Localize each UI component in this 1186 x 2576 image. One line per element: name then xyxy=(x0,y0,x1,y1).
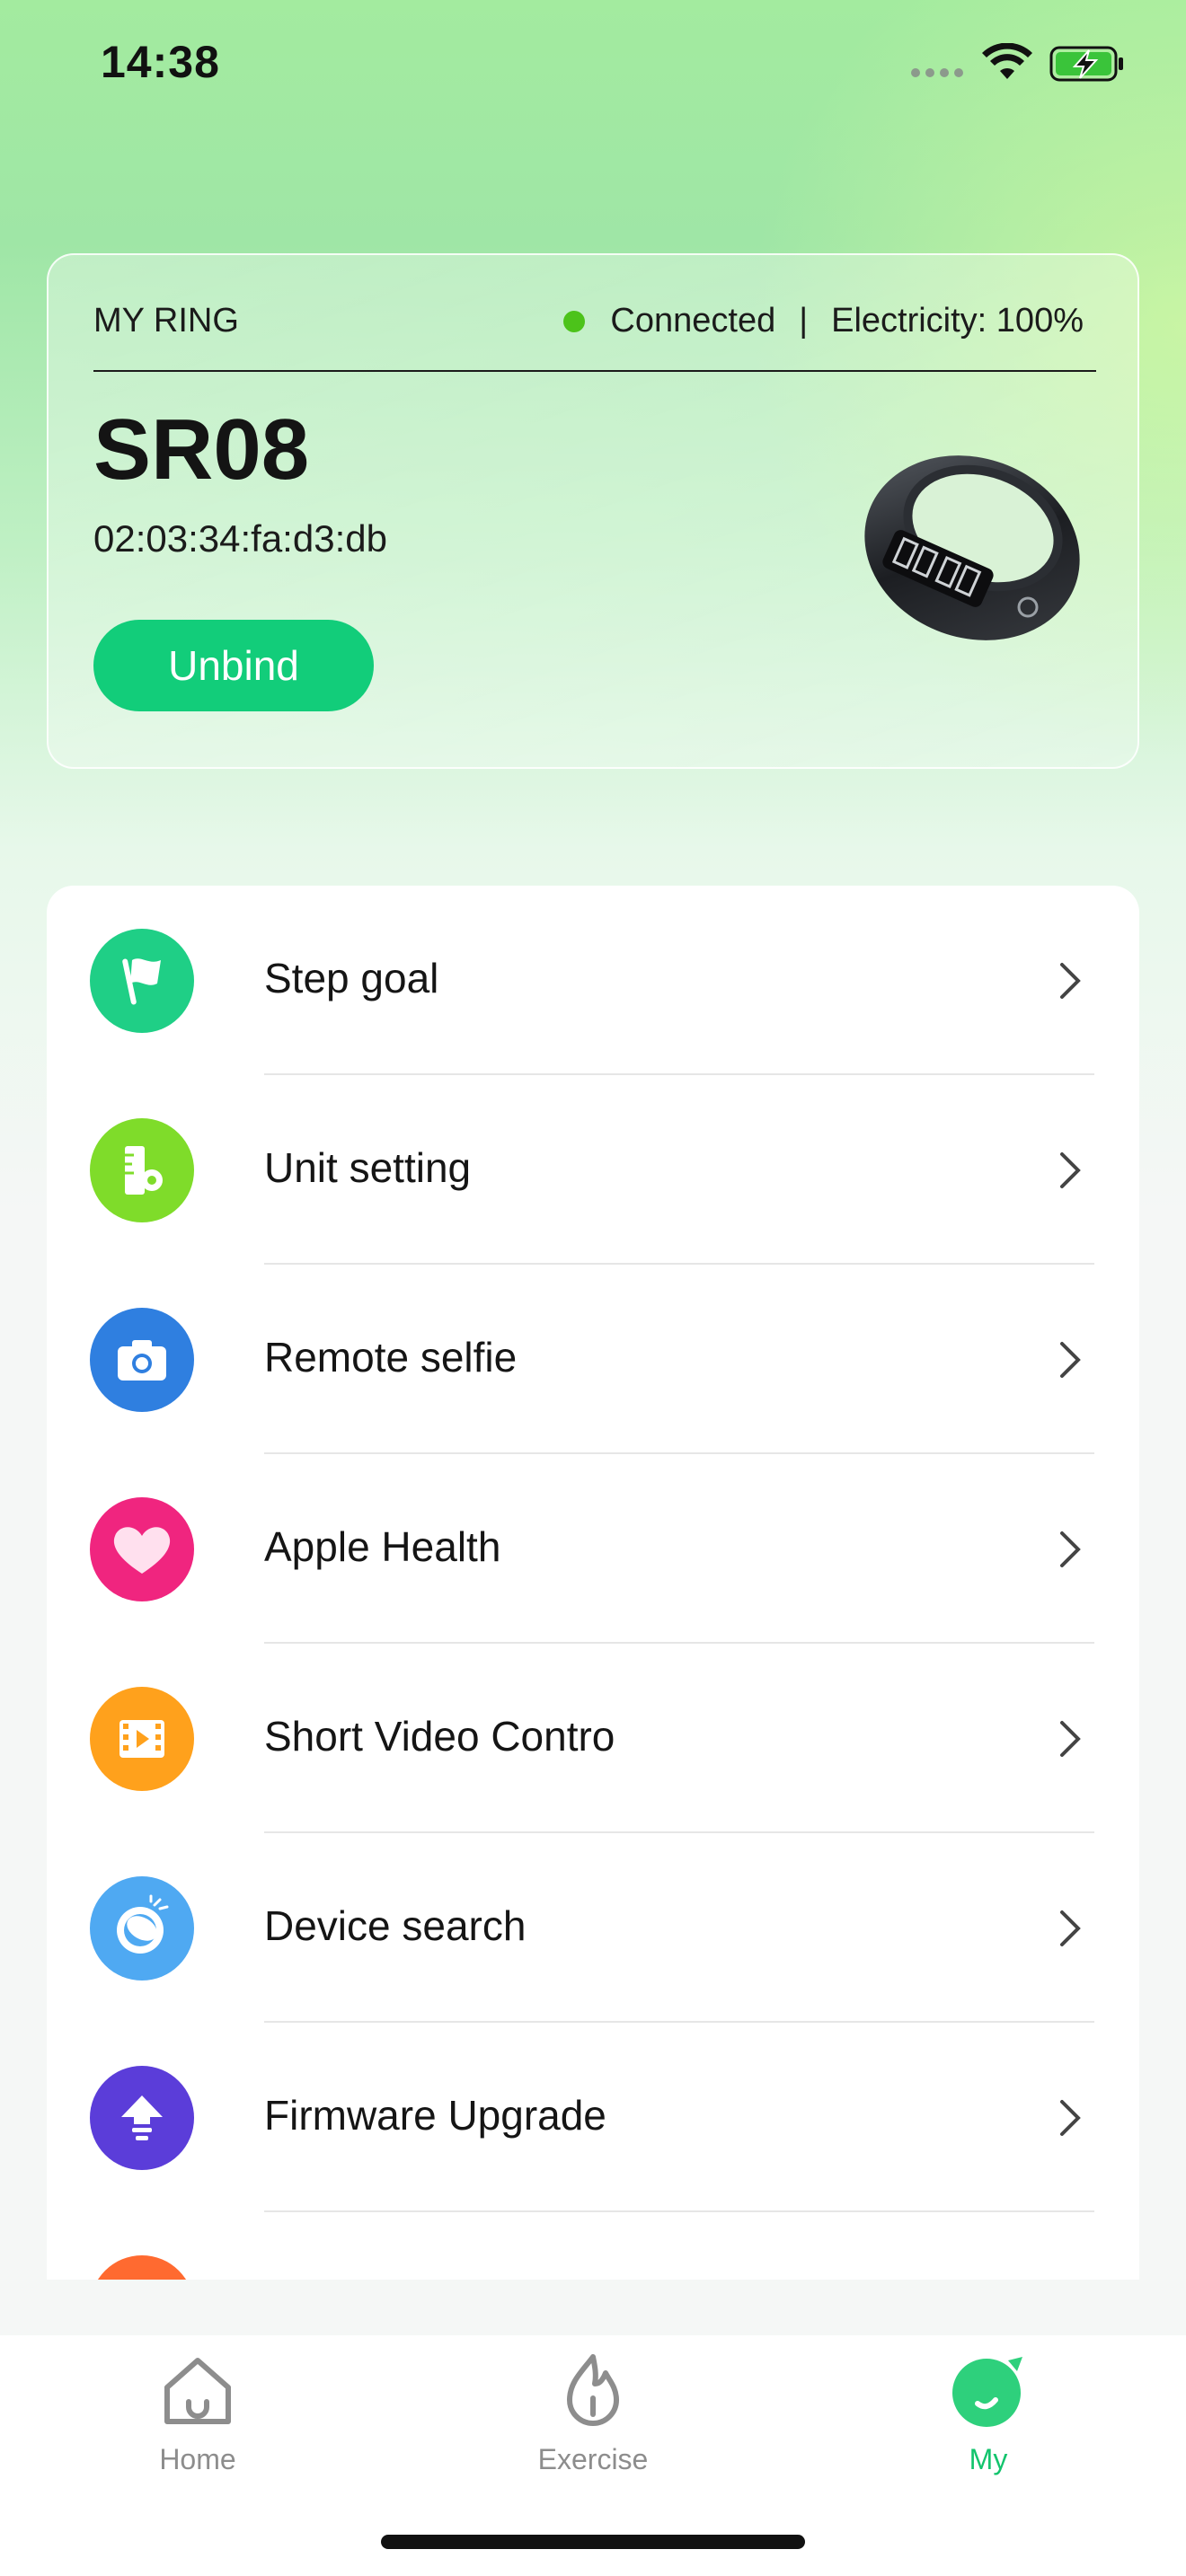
connection-status-dot xyxy=(563,310,586,332)
chevron-right-icon xyxy=(1060,1531,1081,1567)
ring-status: Connected | Electricity: 100% xyxy=(563,302,1084,340)
flag-icon xyxy=(90,929,194,1033)
setting-device-search[interactable]: Device search xyxy=(47,1833,1139,2023)
video-icon xyxy=(90,1687,194,1791)
battery-level: Electricity: 100% xyxy=(831,302,1084,340)
heart-icon xyxy=(90,1497,194,1601)
partial-item-icon xyxy=(90,2255,194,2280)
ring-search-icon xyxy=(90,1876,194,1981)
setting-firmware-upgrade[interactable]: Firmware Upgrade xyxy=(47,2023,1139,2212)
setting-apple-health[interactable]: Apple Health xyxy=(47,1454,1139,1644)
chevron-right-icon xyxy=(1060,1342,1081,1378)
setting-item-partial[interactable] xyxy=(47,2212,1139,2280)
setting-label: Step goal xyxy=(264,955,439,1001)
chevron-right-icon xyxy=(1060,1152,1081,1188)
my-icon xyxy=(952,2357,1022,2427)
home-indicator xyxy=(381,2535,805,2549)
tab-label: My xyxy=(969,2443,1008,2475)
setting-label: Short Video Contro xyxy=(264,1713,615,1760)
status-bar: 14:38 xyxy=(0,0,1186,135)
smart-ring-image xyxy=(864,455,1080,640)
tab-label: Exercise xyxy=(537,2443,649,2475)
status-time: 14:38 xyxy=(101,37,220,87)
setting-label: Apple Health xyxy=(264,1523,501,1570)
device-name: SR08 xyxy=(93,401,310,498)
home-icon xyxy=(164,2358,231,2424)
battery-charging-icon xyxy=(1049,46,1123,82)
tab-my[interactable]: My xyxy=(898,2348,1078,2492)
chevron-right-icon xyxy=(1060,2100,1081,2136)
unbind-button[interactable]: Unbind xyxy=(93,620,374,711)
tab-label: Home xyxy=(159,2443,236,2475)
tab-exercise[interactable]: Exercise xyxy=(503,2348,683,2492)
ring-card-title: MY RING xyxy=(93,302,239,340)
signal-icon xyxy=(911,68,963,77)
settings-list: Step goal Unit setting Remote selfie App… xyxy=(47,886,1139,2280)
chevron-right-icon xyxy=(1060,1910,1081,1946)
device-mac-address: 02:03:34:fa:d3:db xyxy=(93,517,387,560)
setting-step-goal[interactable]: Step goal xyxy=(47,886,1139,1075)
flame-icon xyxy=(567,2354,619,2426)
status-separator: | xyxy=(799,302,809,340)
chevron-right-icon xyxy=(1060,963,1081,999)
setting-unit-setting[interactable]: Unit setting xyxy=(47,1075,1139,1265)
chevron-right-icon xyxy=(1060,1721,1081,1757)
upgrade-icon xyxy=(90,2066,194,2170)
setting-label: Device search xyxy=(264,1902,527,1949)
card-divider xyxy=(93,370,1096,372)
setting-remote-selfie[interactable]: Remote selfie xyxy=(47,1265,1139,1454)
connection-status: Connected xyxy=(610,302,776,340)
tab-home[interactable]: Home xyxy=(108,2348,288,2492)
my-ring-card: MY RING Connected | Electricity: 100% SR… xyxy=(47,253,1139,769)
setting-short-video-control[interactable]: Short Video Contro xyxy=(47,1644,1139,1833)
setting-label: Firmware Upgrade xyxy=(264,2092,606,2139)
setting-label: Remote selfie xyxy=(264,1334,518,1381)
camera-icon xyxy=(90,1308,194,1412)
unit-gear-icon xyxy=(90,1118,194,1222)
wifi-icon xyxy=(982,43,1032,79)
setting-label: Unit setting xyxy=(264,1144,472,1191)
